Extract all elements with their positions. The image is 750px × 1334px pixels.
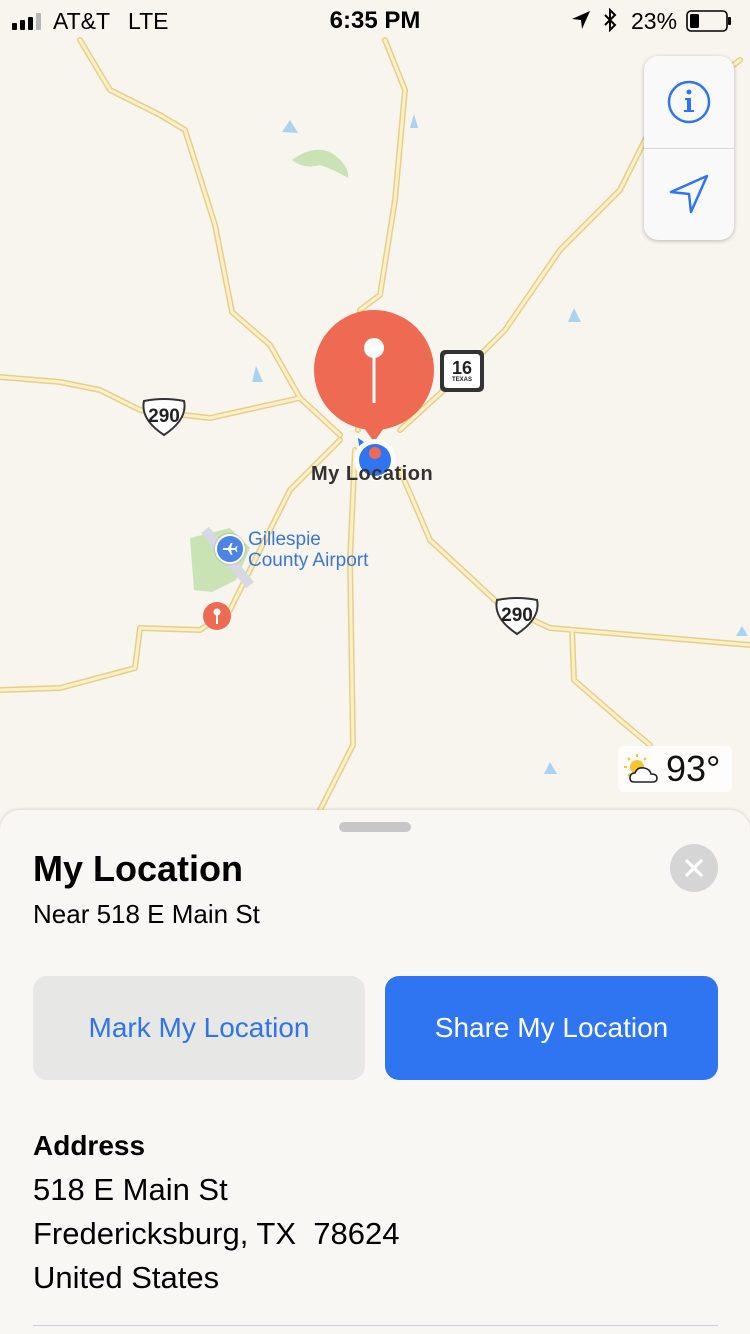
info-button[interactable] — [644, 56, 734, 149]
close-icon — [685, 859, 703, 877]
location-services-icon — [572, 11, 590, 29]
place-subtitle: Near 518 E Main St — [33, 899, 260, 929]
park-area-north — [292, 149, 349, 178]
map-controls — [644, 56, 734, 240]
tx-16-shield: 16 TEXAS — [440, 350, 484, 392]
place-title: My Location — [33, 848, 244, 889]
track-location-button[interactable] — [644, 148, 734, 240]
my-location-map-label: My Location — [311, 463, 434, 485]
sheet-grabber[interactable] — [339, 822, 411, 832]
info-icon — [667, 80, 711, 124]
bluetooth-icon — [604, 8, 617, 32]
place-card: My Location Near 518 E Main St Mark My L… — [0, 810, 750, 1334]
weather-temperature: 93° — [666, 748, 721, 789]
location-pin-callout — [314, 310, 434, 442]
map-view[interactable]: 290 290 16 TEXAS Gillespie County Airpor… — [0, 0, 750, 830]
partly-cloudy-icon — [624, 754, 658, 783]
status-bar: AT&T LTE 6:35 PM 23% — [0, 0, 750, 40]
address-street: 518 E Main St — [33, 1172, 228, 1207]
weather-badge: 93° — [618, 746, 732, 792]
us-290-shield: 290 — [493, 596, 541, 636]
address-city: Fredericksburg, TX 78624 — [33, 1216, 400, 1251]
water-body — [544, 762, 557, 774]
share-my-location-button[interactable]: Share My Location — [385, 976, 718, 1080]
water-body — [568, 308, 581, 322]
map-roads — [0, 37, 750, 813]
airport-label[interactable]: Gillespie County Airport — [248, 529, 368, 571]
battery-percentage: 23% — [631, 8, 678, 34]
us-290-shield: 290 — [140, 397, 188, 437]
address-heading: Address — [33, 1130, 146, 1161]
water-body — [736, 626, 748, 636]
address-country: United States — [33, 1260, 220, 1295]
location-arrow-icon — [669, 174, 709, 214]
water-body — [410, 114, 418, 128]
divider — [33, 1325, 718, 1326]
small-pin — [203, 602, 231, 630]
water-body — [252, 366, 263, 382]
close-button[interactable] — [670, 844, 718, 892]
airplane-icon[interactable] — [215, 534, 245, 564]
battery-icon — [686, 10, 731, 32]
water-body — [282, 120, 298, 133]
mark-my-location-button[interactable]: Mark My Location — [33, 976, 365, 1080]
